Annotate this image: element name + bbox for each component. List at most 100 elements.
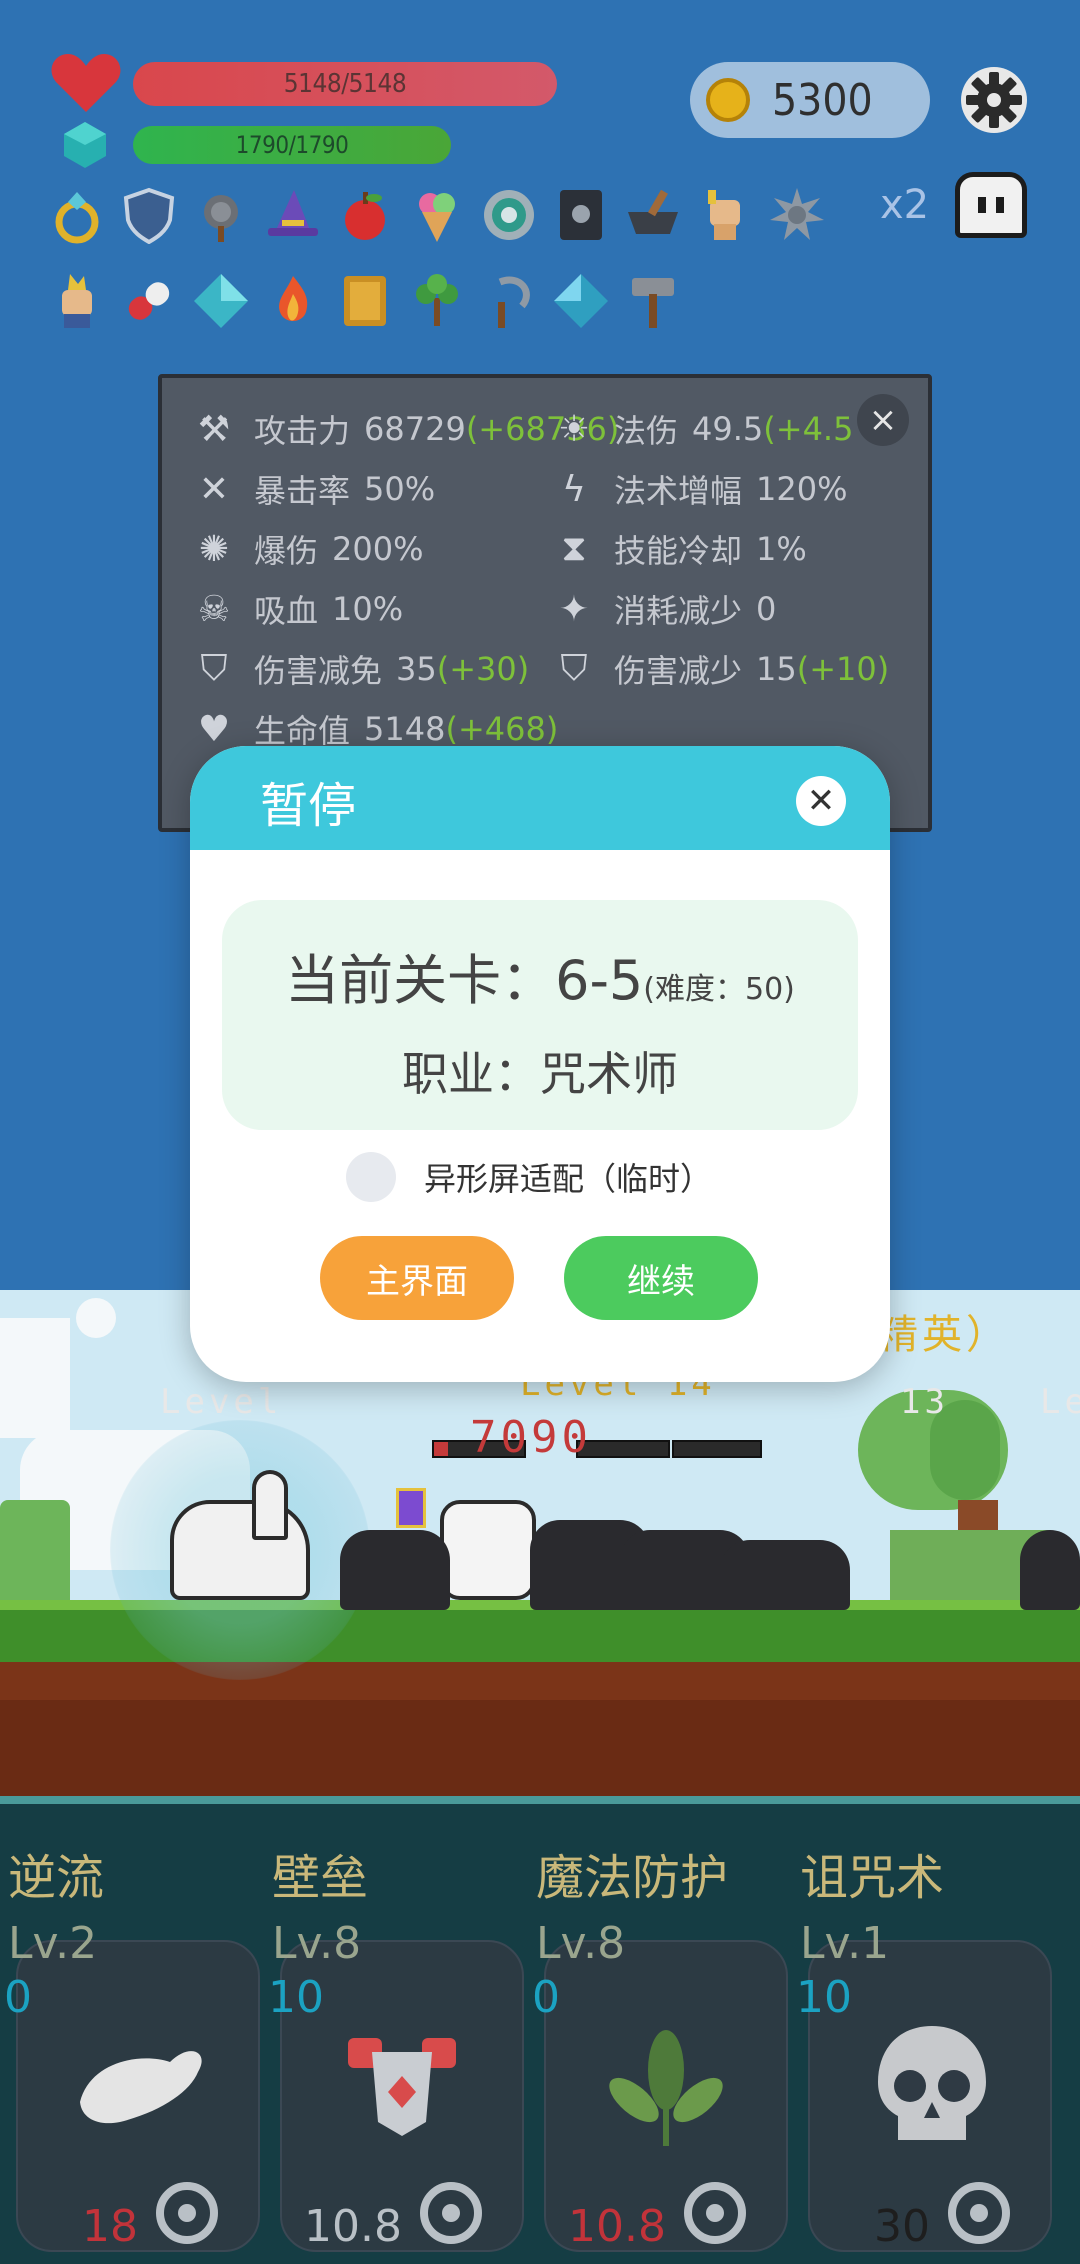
- stat-lifesteal: ☠ 吸血 10%: [192, 586, 403, 632]
- skill-level: Lv.1: [800, 1918, 890, 1969]
- fist-icon[interactable]: [696, 186, 754, 244]
- coin-icon: [706, 78, 750, 122]
- skill-slot-2[interactable]: 壁垒 Lv.8 10 10.8: [264, 1838, 524, 2258]
- torch-fist-icon[interactable]: [48, 272, 106, 330]
- notch-adapt-toggle[interactable]: 异形屏适配（临时）: [346, 1152, 712, 1202]
- speed-multiplier[interactable]: x2: [880, 182, 929, 228]
- golden-book-icon[interactable]: [336, 272, 394, 330]
- mortar-icon[interactable]: [624, 186, 682, 244]
- skill-cooldown-icon: [420, 2182, 482, 2244]
- vampire-skull-icon: ☠: [197, 588, 231, 630]
- stat-cost-reduction: ✦ 消耗减少 0: [552, 586, 776, 632]
- enemy: [340, 1530, 450, 1610]
- diamond-icon[interactable]: [192, 272, 250, 330]
- skill-cooldown: 10.8: [568, 2201, 666, 2252]
- stage-difficulty: (难度：50): [643, 972, 795, 1007]
- magic-wand-icon: ✦: [558, 588, 590, 630]
- skill-level: Lv.2: [8, 1918, 98, 1969]
- skill-level: Lv.8: [536, 1918, 626, 1969]
- coin-value: 5300: [772, 74, 873, 126]
- skill-slot-4[interactable]: 诅咒术 Lv.1 10 30: [792, 1838, 1052, 2258]
- shield-heart-icon: ⛉: [560, 648, 588, 689]
- skill-card[interactable]: [16, 1940, 260, 2252]
- skull-icon: [878, 2026, 986, 2140]
- skill-name: 壁垒: [272, 1850, 369, 1906]
- skill-cooldown-icon: [684, 2182, 746, 2244]
- hourglass-icon: ⧗: [561, 528, 587, 569]
- stat-crit-damage: ✺ 爆伤 200%: [192, 526, 424, 572]
- skill-slot-1[interactable]: 逆流 Lv.2 0 18: [0, 1838, 260, 2258]
- toggle-radio[interactable]: [346, 1152, 396, 1202]
- target-orb-icon[interactable]: [480, 186, 538, 244]
- stat-damage-immunity: ⛉ 伤害减免 35 (+30): [192, 646, 529, 692]
- sun-icon: ☀: [557, 408, 591, 450]
- level-number: 13: [900, 1382, 949, 1422]
- hammer-icon[interactable]: [624, 272, 682, 330]
- skill-name: 魔法防护: [536, 1850, 729, 1906]
- skill-cost: 0: [532, 1972, 560, 2023]
- inventory-row-1: [48, 186, 826, 245]
- hp-text: 5148/5148: [283, 69, 407, 99]
- wing-icon: [80, 2051, 202, 2124]
- ring-icon[interactable]: [48, 186, 106, 244]
- cloud: [0, 1318, 70, 1438]
- wizard-hat-icon[interactable]: [264, 186, 322, 244]
- damage-number: 7090: [470, 1412, 592, 1463]
- gear-icon[interactable]: [958, 64, 1030, 136]
- skill-name: 诅咒术: [800, 1850, 945, 1906]
- stat-crit-rate: ✕ 暴击率 50%: [192, 466, 435, 512]
- flame-icon[interactable]: [264, 272, 322, 330]
- continue-button[interactable]: 继续: [564, 1236, 758, 1320]
- stats-close-button[interactable]: ×: [857, 394, 909, 446]
- home-button[interactable]: 主界面: [320, 1236, 514, 1320]
- apple-icon[interactable]: [336, 186, 394, 244]
- skill-cost: 10: [796, 1972, 852, 2023]
- hp-bar: 5148/5148: [133, 62, 557, 106]
- enemy: [1020, 1530, 1080, 1610]
- armor-icon: [348, 2038, 456, 2136]
- pill-icon[interactable]: [120, 272, 178, 330]
- stage-line: 当前关卡：6-5(难度：50): [222, 936, 858, 1015]
- toggle-label: 异形屏适配（临时）: [424, 1160, 713, 1198]
- axe-icon: ⚒: [197, 408, 231, 450]
- hero-mage: [440, 1500, 536, 1600]
- cloud: [76, 1298, 116, 1338]
- hero-white-rabbit: [170, 1500, 310, 1600]
- sapling-icon[interactable]: [408, 272, 466, 330]
- shield-outline-icon: ⛉: [200, 648, 228, 689]
- mace-icon[interactable]: [192, 186, 250, 244]
- hero-ear: [252, 1470, 288, 1540]
- crossed-swords-icon: ✕: [198, 468, 230, 510]
- skill-level: Lv.8: [272, 1918, 362, 1969]
- spiked-ball-icon[interactable]: [768, 186, 826, 244]
- level-label: Level: [160, 1382, 283, 1422]
- pause-dialog: 暂停 ✕ 当前关卡：6-5(难度：50) 职业：咒术师 异形屏适配（临时） 主界…: [190, 746, 890, 1382]
- ice-cream-icon[interactable]: [408, 186, 466, 244]
- inventory-row-2: [48, 272, 682, 330]
- blue-diamond-icon[interactable]: [552, 272, 610, 330]
- burst-icon: ✺: [198, 528, 230, 570]
- stat-magic-damage: ☀ 法伤 49.5 (+4.5: [552, 406, 854, 452]
- pause-title: 暂停: [260, 778, 357, 834]
- skill-cost: 10: [268, 1972, 324, 2023]
- sickle-icon[interactable]: [480, 272, 538, 330]
- skill-cooldown: 10.8: [304, 2201, 402, 2252]
- leaf-icon: [609, 2030, 723, 2146]
- shield-icon[interactable]: [120, 186, 178, 245]
- lightning-icon: ϟ: [562, 468, 586, 510]
- ghost-icon[interactable]: [955, 172, 1027, 238]
- skill-cooldown-icon: [156, 2182, 218, 2244]
- heart-icon: [51, 54, 121, 112]
- pause-close-button[interactable]: ✕: [796, 776, 846, 826]
- stat-damage-reduction: ⛉ 伤害减少 15 (+10): [552, 646, 889, 692]
- dark-book-icon[interactable]: [552, 186, 610, 244]
- heart-outline-icon: ♥: [197, 708, 231, 750]
- mana-gem-icon: [64, 122, 106, 168]
- skill-cost: 0: [4, 1972, 32, 2023]
- skill-slot-3[interactable]: 魔法防护 Lv.8 0 10.8: [528, 1838, 788, 2258]
- enemy-hp-bar: [672, 1440, 762, 1458]
- coin-counter: 5300: [690, 62, 930, 138]
- mp-text: 1790/1790: [235, 131, 349, 159]
- stage-info-box: 当前关卡：6-5(难度：50) 职业：咒术师: [222, 900, 858, 1130]
- stage-label: 当前关卡：: [285, 949, 556, 1012]
